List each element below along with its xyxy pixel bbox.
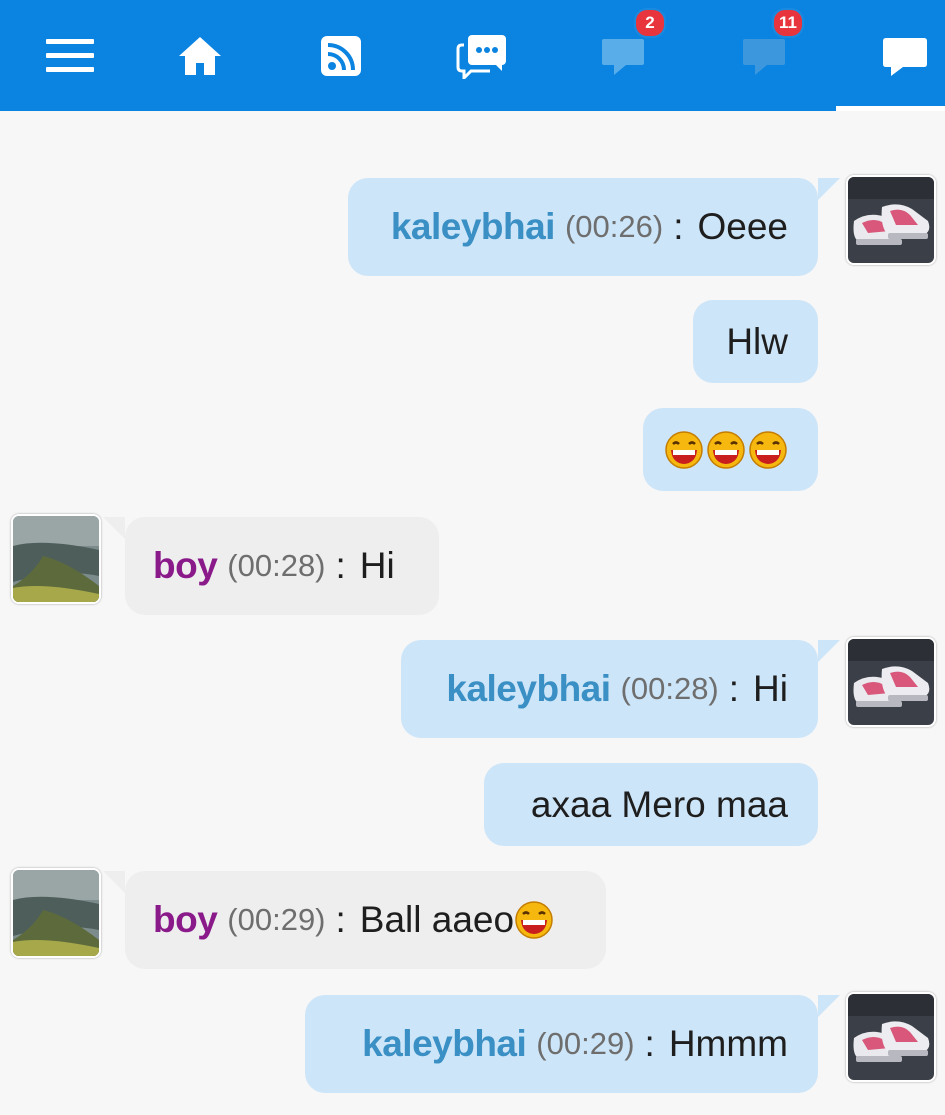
menu-button[interactable] bbox=[25, 0, 115, 111]
home-button[interactable] bbox=[155, 0, 245, 111]
message-bubble[interactable] bbox=[643, 408, 818, 491]
chat-bubble-icon bbox=[602, 38, 644, 75]
bubble-tail bbox=[103, 871, 125, 893]
timestamp: (00:26) bbox=[564, 209, 664, 244]
avatar[interactable] bbox=[11, 514, 101, 604]
bubble-tail bbox=[103, 517, 125, 539]
avatar[interactable] bbox=[846, 175, 936, 265]
timestamp: (00:28) bbox=[620, 671, 719, 706]
username[interactable]: boy bbox=[153, 545, 218, 587]
grinning-emoji bbox=[749, 430, 787, 469]
separator: : bbox=[644, 1023, 655, 1064]
landscape-avatar-image bbox=[13, 870, 99, 956]
username[interactable]: kaleybhai bbox=[362, 1023, 527, 1065]
message-icon bbox=[883, 37, 927, 76]
bubble-tail bbox=[818, 178, 840, 200]
message-bubble[interactable]: Hlw bbox=[693, 300, 818, 383]
bubble-tail bbox=[818, 995, 840, 1017]
separator: : bbox=[673, 206, 684, 247]
message-bubble[interactable]: kaleybhai (00:29) : Hmmm bbox=[305, 995, 818, 1093]
timestamp: (00:29) bbox=[536, 1026, 635, 1061]
username[interactable]: boy bbox=[153, 899, 218, 941]
separator: : bbox=[728, 668, 740, 709]
home-icon bbox=[179, 36, 221, 75]
chatrooms-icon bbox=[456, 34, 506, 79]
bubble-tail bbox=[818, 640, 840, 662]
menu-icon bbox=[46, 38, 94, 72]
message-text: Hmmm bbox=[668, 1023, 788, 1064]
avatar[interactable] bbox=[846, 637, 936, 727]
sneakers-avatar-image bbox=[848, 177, 934, 263]
message-text: Hi bbox=[753, 668, 788, 709]
notification-badge: 11 bbox=[772, 8, 804, 38]
avatar[interactable] bbox=[846, 992, 936, 1082]
rss-icon bbox=[321, 35, 361, 76]
top-navigation-bar: 2 11 bbox=[0, 0, 945, 111]
messages-button[interactable] bbox=[860, 0, 945, 111]
message-bubble[interactable]: boy (00:28) : Hi bbox=[125, 517, 439, 615]
emoji-group bbox=[664, 430, 788, 470]
notification-badge: 2 bbox=[634, 8, 666, 38]
timestamp: (00:29) bbox=[227, 902, 326, 937]
chat-message-list[interactable]: kaleybhai (00:26) : Oeee Hlw boy (00:28)… bbox=[0, 111, 945, 1115]
message-text: Hi bbox=[359, 545, 395, 586]
feed-button[interactable] bbox=[296, 0, 386, 111]
timestamp: (00:28) bbox=[227, 548, 326, 583]
avatar[interactable] bbox=[11, 868, 101, 958]
username[interactable]: kaleybhai bbox=[391, 206, 556, 248]
message-text: axaa Mero maa bbox=[530, 783, 788, 825]
grinning-emoji bbox=[707, 430, 745, 469]
separator: : bbox=[335, 545, 346, 586]
landscape-avatar-image bbox=[13, 516, 99, 602]
message-bubble[interactable]: axaa Mero maa bbox=[484, 763, 818, 846]
message-bubble[interactable]: kaleybhai (00:26) : Oeee bbox=[348, 178, 818, 276]
separator: : bbox=[335, 899, 346, 940]
grinning-emoji bbox=[665, 430, 703, 469]
sneakers-avatar-image bbox=[848, 639, 934, 725]
message-text: Oeee bbox=[697, 206, 788, 247]
username[interactable]: kaleybhai bbox=[446, 668, 611, 710]
sneakers-avatar-image bbox=[848, 994, 934, 1080]
message-text: Ball aaeo bbox=[359, 899, 515, 940]
chatrooms-button[interactable] bbox=[437, 0, 527, 111]
message-bubble[interactable]: kaleybhai (00:28) : Hi bbox=[401, 640, 818, 738]
group-chat-button[interactable]: 11 bbox=[719, 0, 809, 111]
message-text: Hlw bbox=[726, 320, 788, 362]
chat-bubble-icon bbox=[743, 38, 785, 75]
grinning-emoji bbox=[515, 901, 553, 939]
private-chat-button[interactable]: 2 bbox=[578, 0, 668, 111]
message-bubble[interactable]: boy (00:29) : Ball aaeo bbox=[125, 871, 606, 969]
